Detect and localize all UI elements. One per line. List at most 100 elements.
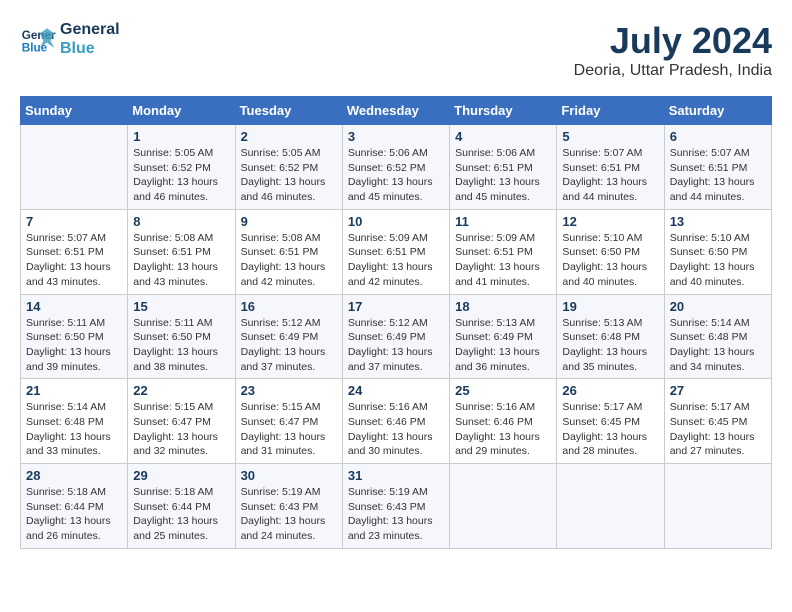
calendar-cell: 26 Sunrise: 5:17 AMSunset: 6:45 PMDaylig… [557,379,664,464]
calendar-cell: 16 Sunrise: 5:12 AMSunset: 6:49 PMDaylig… [235,294,342,379]
day-header-thursday: Thursday [450,97,557,125]
day-number: 14 [26,299,122,314]
calendar-cell [21,125,128,210]
day-info: Sunrise: 5:15 AMSunset: 6:47 PMDaylight:… [133,400,229,459]
day-info: Sunrise: 5:06 AMSunset: 6:52 PMDaylight:… [348,146,444,205]
day-info: Sunrise: 5:05 AMSunset: 6:52 PMDaylight:… [133,146,229,205]
day-number: 19 [562,299,658,314]
location: Deoria, Uttar Pradesh, India [574,62,772,80]
logo-blue: Blue [60,39,120,58]
calendar-cell: 1 Sunrise: 5:05 AMSunset: 6:52 PMDayligh… [128,125,235,210]
day-header-tuesday: Tuesday [235,97,342,125]
day-info: Sunrise: 5:14 AMSunset: 6:48 PMDaylight:… [670,316,766,375]
calendar-cell: 15 Sunrise: 5:11 AMSunset: 6:50 PMDaylig… [128,294,235,379]
day-info: Sunrise: 5:14 AMSunset: 6:48 PMDaylight:… [26,400,122,459]
day-info: Sunrise: 5:16 AMSunset: 6:46 PMDaylight:… [348,400,444,459]
calendar-header-row: SundayMondayTuesdayWednesdayThursdayFrid… [21,97,772,125]
day-number: 26 [562,383,658,398]
calendar-cell [450,464,557,549]
day-number: 31 [348,468,444,483]
day-info: Sunrise: 5:12 AMSunset: 6:49 PMDaylight:… [348,316,444,375]
day-number: 20 [670,299,766,314]
day-number: 5 [562,129,658,144]
calendar-cell: 31 Sunrise: 5:19 AMSunset: 6:43 PMDaylig… [342,464,449,549]
day-header-friday: Friday [557,97,664,125]
day-number: 21 [26,383,122,398]
day-number: 29 [133,468,229,483]
calendar-cell: 17 Sunrise: 5:12 AMSunset: 6:49 PMDaylig… [342,294,449,379]
calendar-cell: 3 Sunrise: 5:06 AMSunset: 6:52 PMDayligh… [342,125,449,210]
day-number: 18 [455,299,551,314]
day-number: 13 [670,214,766,229]
title-block: July 2024 Deoria, Uttar Pradesh, India [574,20,772,80]
calendar-cell: 13 Sunrise: 5:10 AMSunset: 6:50 PMDaylig… [664,209,771,294]
day-info: Sunrise: 5:10 AMSunset: 6:50 PMDaylight:… [670,231,766,290]
calendar-week-row: 14 Sunrise: 5:11 AMSunset: 6:50 PMDaylig… [21,294,772,379]
day-info: Sunrise: 5:19 AMSunset: 6:43 PMDaylight:… [241,485,337,544]
calendar-cell: 20 Sunrise: 5:14 AMSunset: 6:48 PMDaylig… [664,294,771,379]
calendar-cell: 23 Sunrise: 5:15 AMSunset: 6:47 PMDaylig… [235,379,342,464]
day-number: 28 [26,468,122,483]
calendar-week-row: 7 Sunrise: 5:07 AMSunset: 6:51 PMDayligh… [21,209,772,294]
day-number: 7 [26,214,122,229]
calendar-cell: 4 Sunrise: 5:06 AMSunset: 6:51 PMDayligh… [450,125,557,210]
calendar-cell: 11 Sunrise: 5:09 AMSunset: 6:51 PMDaylig… [450,209,557,294]
day-info: Sunrise: 5:07 AMSunset: 6:51 PMDaylight:… [670,146,766,205]
day-info: Sunrise: 5:08 AMSunset: 6:51 PMDaylight:… [133,231,229,290]
calendar-table: SundayMondayTuesdayWednesdayThursdayFrid… [20,96,772,549]
calendar-cell: 14 Sunrise: 5:11 AMSunset: 6:50 PMDaylig… [21,294,128,379]
day-info: Sunrise: 5:11 AMSunset: 6:50 PMDaylight:… [26,316,122,375]
calendar-cell: 5 Sunrise: 5:07 AMSunset: 6:51 PMDayligh… [557,125,664,210]
calendar-cell: 9 Sunrise: 5:08 AMSunset: 6:51 PMDayligh… [235,209,342,294]
calendar-cell: 21 Sunrise: 5:14 AMSunset: 6:48 PMDaylig… [21,379,128,464]
day-number: 24 [348,383,444,398]
calendar-cell: 8 Sunrise: 5:08 AMSunset: 6:51 PMDayligh… [128,209,235,294]
day-number: 25 [455,383,551,398]
day-info: Sunrise: 5:17 AMSunset: 6:45 PMDaylight:… [562,400,658,459]
day-info: Sunrise: 5:09 AMSunset: 6:51 PMDaylight:… [455,231,551,290]
day-number: 12 [562,214,658,229]
day-info: Sunrise: 5:07 AMSunset: 6:51 PMDaylight:… [26,231,122,290]
calendar-cell: 12 Sunrise: 5:10 AMSunset: 6:50 PMDaylig… [557,209,664,294]
calendar-cell: 28 Sunrise: 5:18 AMSunset: 6:44 PMDaylig… [21,464,128,549]
calendar-week-row: 28 Sunrise: 5:18 AMSunset: 6:44 PMDaylig… [21,464,772,549]
day-header-sunday: Sunday [21,97,128,125]
month-year: July 2024 [574,20,772,62]
calendar-cell: 30 Sunrise: 5:19 AMSunset: 6:43 PMDaylig… [235,464,342,549]
calendar-cell: 10 Sunrise: 5:09 AMSunset: 6:51 PMDaylig… [342,209,449,294]
logo-general: General [60,20,120,39]
day-info: Sunrise: 5:15 AMSunset: 6:47 PMDaylight:… [241,400,337,459]
page-header: General Blue General Blue July 2024 Deor… [20,20,772,80]
day-number: 2 [241,129,337,144]
day-number: 8 [133,214,229,229]
day-info: Sunrise: 5:18 AMSunset: 6:44 PMDaylight:… [133,485,229,544]
day-info: Sunrise: 5:08 AMSunset: 6:51 PMDaylight:… [241,231,337,290]
day-info: Sunrise: 5:06 AMSunset: 6:51 PMDaylight:… [455,146,551,205]
day-header-monday: Monday [128,97,235,125]
day-info: Sunrise: 5:11 AMSunset: 6:50 PMDaylight:… [133,316,229,375]
day-info: Sunrise: 5:17 AMSunset: 6:45 PMDaylight:… [670,400,766,459]
calendar-cell: 22 Sunrise: 5:15 AMSunset: 6:47 PMDaylig… [128,379,235,464]
logo-icon: General Blue [20,21,56,57]
day-number: 22 [133,383,229,398]
day-number: 16 [241,299,337,314]
day-number: 9 [241,214,337,229]
calendar-cell: 24 Sunrise: 5:16 AMSunset: 6:46 PMDaylig… [342,379,449,464]
day-header-saturday: Saturday [664,97,771,125]
day-number: 15 [133,299,229,314]
day-info: Sunrise: 5:10 AMSunset: 6:50 PMDaylight:… [562,231,658,290]
day-info: Sunrise: 5:13 AMSunset: 6:48 PMDaylight:… [562,316,658,375]
day-info: Sunrise: 5:07 AMSunset: 6:51 PMDaylight:… [562,146,658,205]
logo: General Blue General Blue [20,20,120,58]
day-number: 30 [241,468,337,483]
day-number: 10 [348,214,444,229]
day-number: 1 [133,129,229,144]
day-info: Sunrise: 5:13 AMSunset: 6:49 PMDaylight:… [455,316,551,375]
day-number: 11 [455,214,551,229]
calendar-week-row: 21 Sunrise: 5:14 AMSunset: 6:48 PMDaylig… [21,379,772,464]
day-header-wednesday: Wednesday [342,97,449,125]
calendar-cell [664,464,771,549]
calendar-cell: 7 Sunrise: 5:07 AMSunset: 6:51 PMDayligh… [21,209,128,294]
day-info: Sunrise: 5:05 AMSunset: 6:52 PMDaylight:… [241,146,337,205]
day-info: Sunrise: 5:12 AMSunset: 6:49 PMDaylight:… [241,316,337,375]
